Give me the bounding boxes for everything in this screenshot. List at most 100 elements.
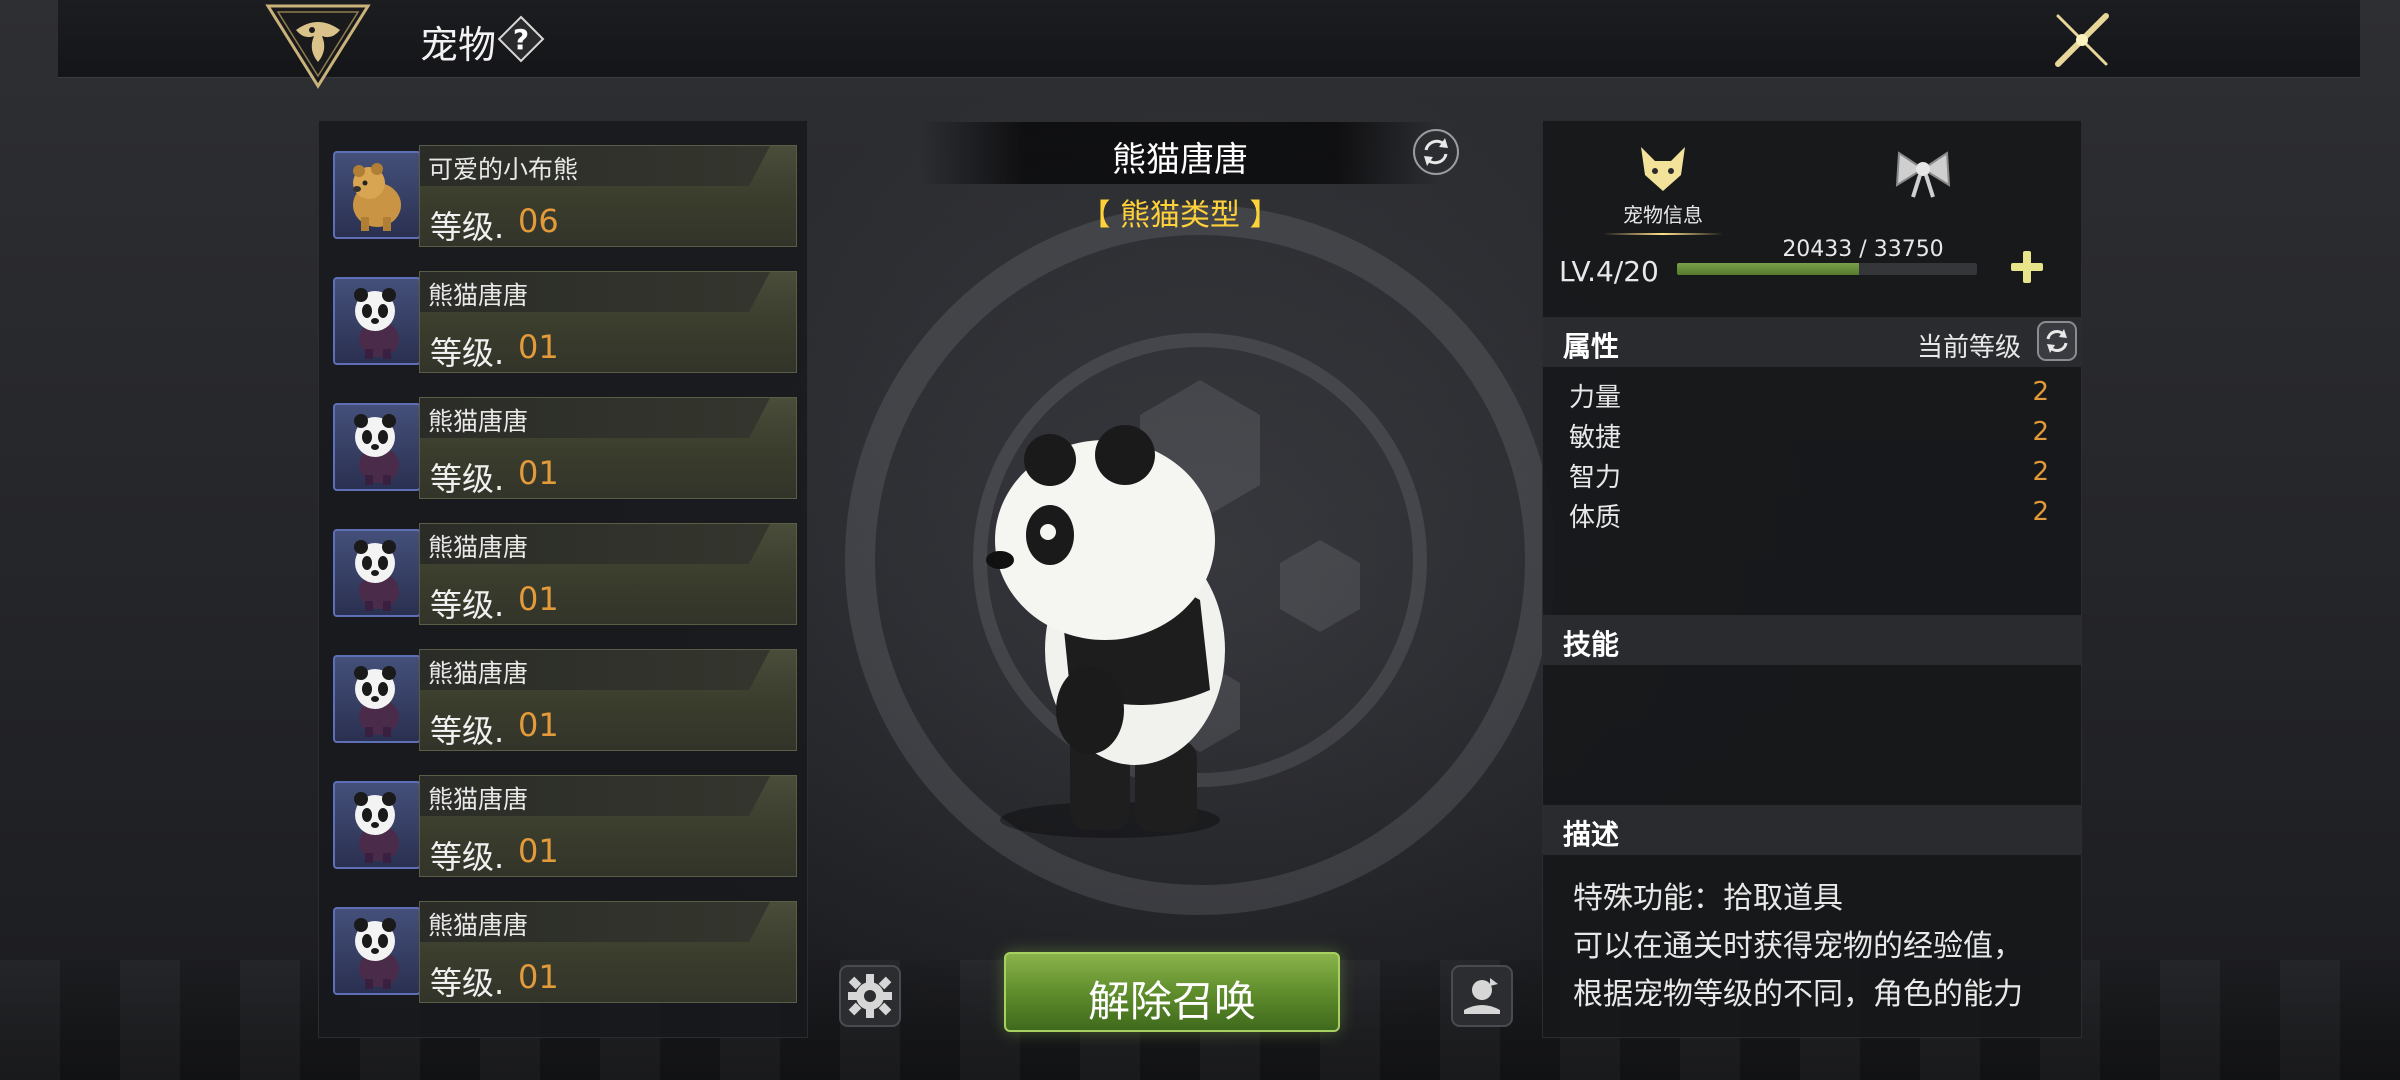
- exp-text: 20433 / 33750: [1782, 237, 1944, 262]
- selected-pet-type: 【 熊猫类型 】: [1080, 198, 1280, 233]
- pet-level-label: 等级.: [430, 712, 505, 750]
- attribute-row: 智力 2: [1569, 457, 2049, 493]
- panda-portrait-icon: [354, 792, 399, 863]
- bow-icon: [1895, 151, 1951, 198]
- add-exp-icon[interactable]: [2005, 245, 2049, 289]
- skills-header: 技能: [1543, 615, 2081, 665]
- pet-name: 熊猫唐唐: [428, 281, 529, 310]
- attribute-row: 体质 2: [1569, 497, 2049, 533]
- refresh-icon[interactable]: [1412, 128, 1460, 176]
- pet-list-item[interactable]: 熊猫唐唐等级. 01: [331, 523, 797, 625]
- pet-name: 熊猫唐唐: [428, 533, 529, 562]
- panda-portrait-icon: [354, 414, 399, 485]
- pet-level-value: 01: [518, 958, 559, 996]
- pet-thumbnail: [333, 907, 421, 995]
- description-line: 可以在通关时获得宠物的经验值，: [1573, 929, 2023, 964]
- panda-portrait-icon: [354, 666, 399, 737]
- pet-level-label: 等级.: [430, 838, 505, 876]
- attributes-header: 属性 当前等级: [1543, 317, 2081, 367]
- pet-name: 熊猫唐唐: [428, 407, 529, 436]
- pet-name: 熊猫唐唐: [428, 911, 529, 940]
- panda-portrait-icon: [354, 288, 399, 359]
- close-icon[interactable]: [2050, 8, 2114, 72]
- attribute-row: 敏捷 2: [1569, 417, 2049, 453]
- pet-thumbnail: [333, 277, 421, 365]
- panda-model: [986, 425, 1225, 838]
- dragon-emblem-icon: [265, 4, 371, 89]
- pet-card: 熊猫唐唐等级. 01: [419, 397, 797, 499]
- panda-portrait-icon: [354, 918, 399, 989]
- pet-level-value: 01: [518, 580, 559, 618]
- dismiss-summon-button[interactable]: 解除召唤: [1004, 952, 1340, 1032]
- top-bar: [58, 0, 2360, 78]
- pet-level-label: 等级.: [430, 334, 505, 372]
- description-line: 特殊功能：拾取道具: [1573, 881, 1843, 916]
- fox-head-icon: [1641, 147, 1685, 191]
- active-tab-indicator: [1603, 233, 1723, 235]
- pet-level-value: 06: [518, 202, 559, 240]
- pet-name: 熊猫唐唐: [428, 785, 529, 814]
- description-header: 描述: [1543, 805, 2081, 855]
- attribute-name: 体质: [1569, 503, 1622, 533]
- skills-title: 技能: [1563, 628, 1620, 661]
- pet-list-item[interactable]: 熊猫唐唐等级. 01: [331, 901, 797, 1003]
- attribute-value: 2: [2032, 497, 2049, 527]
- pet-level-label: 等级.: [430, 586, 505, 624]
- selected-pet-name-bar: 熊猫唐唐: [920, 122, 1440, 184]
- pet-level: LV.4/20: [1559, 255, 1659, 288]
- pet-info-panel: 宠物信息 LV.4/20 20433 / 33750 属性 当前等级 力量 2 敏捷…: [1542, 120, 2082, 1038]
- panda-portrait-icon: [354, 540, 399, 611]
- pet-thumbnail: [333, 151, 421, 239]
- page-title: 宠物: [420, 23, 497, 67]
- tab-pet-info-label: 宠物信息: [1623, 203, 1703, 227]
- pet-level-value: 01: [518, 454, 559, 492]
- pet-list-item[interactable]: 可爱的小布熊等级. 06: [331, 145, 797, 247]
- attribute-value: 2: [2032, 457, 2049, 487]
- exp-bar: [1677, 263, 1977, 275]
- description-line: 根据宠物等级的不同，角色的能力: [1573, 977, 2023, 1012]
- pet-card: 熊猫唐唐等级. 01: [419, 649, 797, 751]
- pet-level-label: 等级.: [430, 460, 505, 498]
- pet-feed-icon[interactable]: [1450, 964, 1514, 1028]
- pet-list-item[interactable]: 熊猫唐唐等级. 01: [331, 271, 797, 373]
- pet-level-label: 等级.: [430, 208, 505, 246]
- pet-thumbnail: [333, 403, 421, 491]
- pet-list-item[interactable]: 熊猫唐唐等级. 01: [331, 397, 797, 499]
- pet-list-item[interactable]: 熊猫唐唐等级. 01: [331, 649, 797, 751]
- pet-list-item[interactable]: 熊猫唐唐等级. 01: [331, 775, 797, 877]
- attribute-name: 智力: [1569, 463, 1622, 493]
- attribute-name: 敏捷: [1569, 423, 1622, 453]
- pet-level-value: 01: [518, 832, 559, 870]
- tab-accessory[interactable]: [1843, 135, 2003, 245]
- pet-card: 熊猫唐唐等级. 01: [419, 775, 797, 877]
- attribute-value: 2: [2032, 417, 2049, 447]
- pet-level-label: 等级.: [430, 964, 505, 1002]
- pet-level-value: 01: [518, 706, 559, 744]
- attribute-name: 力量: [1569, 383, 1622, 413]
- bear-portrait-icon: [353, 163, 401, 231]
- pet-card: 熊猫唐唐等级. 01: [419, 901, 797, 1003]
- attribute-row: 力量 2: [1569, 377, 2049, 413]
- pet-card: 可爱的小布熊等级. 06: [419, 145, 797, 247]
- pet-card: 熊猫唐唐等级. 01: [419, 523, 797, 625]
- current-level-toggle-icon[interactable]: [2037, 321, 2077, 361]
- exp-bar-fill: [1677, 263, 1859, 275]
- attributes-title: 属性: [1563, 330, 1620, 363]
- settings-gear-icon[interactable]: [838, 964, 902, 1028]
- pet-card: 熊猫唐唐等级. 01: [419, 271, 797, 373]
- pet-name: 熊猫唐唐: [428, 659, 529, 688]
- pet-thumbnail: [333, 781, 421, 869]
- tab-pet-info[interactable]: 宠物信息: [1583, 135, 1743, 245]
- selected-pet-name: 熊猫唐唐: [1112, 140, 1248, 180]
- pet-list-panel: 可爱的小布熊 等级. 06 熊猫唐唐 等级. 01 熊猫唐唐 等级. 01 熊猫唐唐 等级. 01 熊猫…: [318, 120, 808, 1038]
- help-symbol: ?: [513, 23, 529, 56]
- description-title: 描述: [1563, 818, 1620, 851]
- pet-name: 可爱的小布熊: [428, 155, 579, 184]
- pet-thumbnail: [333, 655, 421, 743]
- pet-level-value: 01: [518, 328, 559, 366]
- attribute-value: 2: [2032, 377, 2049, 407]
- help-icon[interactable]: ?: [496, 14, 546, 64]
- dismiss-summon-label: 解除召唤: [1087, 977, 1256, 1026]
- current-level-label: 当前等级: [1917, 333, 2022, 363]
- pet-thumbnail: [333, 529, 421, 617]
